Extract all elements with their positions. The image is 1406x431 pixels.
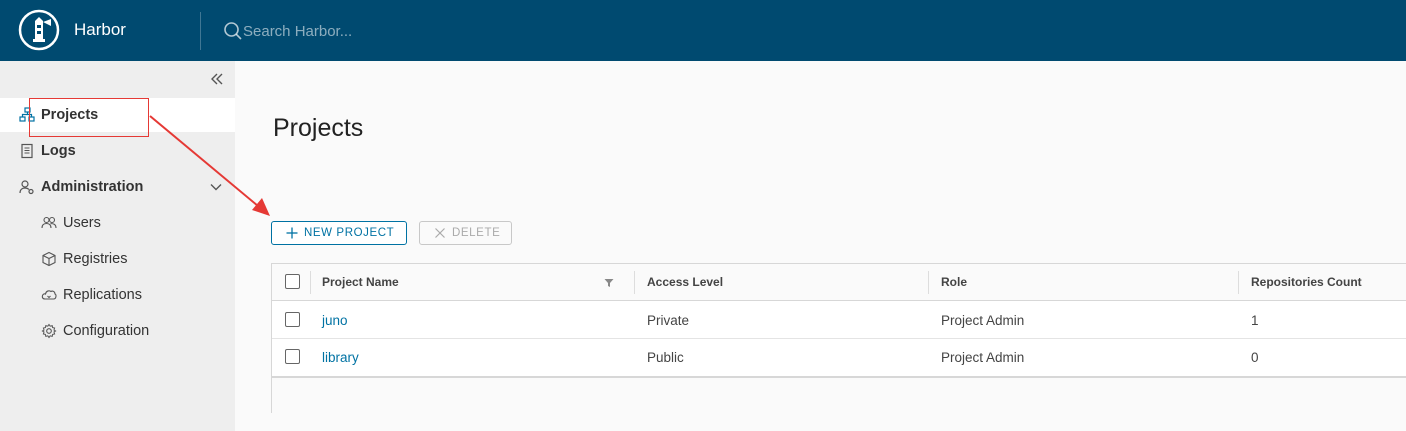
administration-icon <box>19 180 34 195</box>
double-chevron-left-icon <box>211 73 223 85</box>
sidebar-item-label: Replications <box>63 287 142 303</box>
sidebar: Projects Logs Administration Users Regis… <box>0 61 235 431</box>
column-header-role[interactable]: Role <box>941 275 967 289</box>
sidebar-item-label: Logs <box>41 143 76 159</box>
delete-label: DELETE <box>452 227 501 239</box>
role-cell: Project Admin <box>941 313 1025 328</box>
new-project-button[interactable]: NEW PROJECT <box>271 221 407 245</box>
search-input[interactable] <box>243 19 643 43</box>
search-icon <box>224 22 242 40</box>
sidebar-item-label: Projects <box>41 107 99 123</box>
select-all-checkbox[interactable] <box>285 274 300 289</box>
users-icon <box>41 216 57 229</box>
sidebar-item-label: Configuration <box>63 323 150 339</box>
column-divider <box>634 271 635 294</box>
table-footer <box>272 376 1406 414</box>
row-checkbox[interactable] <box>285 349 300 364</box>
registries-icon <box>42 251 56 267</box>
sidebar-item-logs[interactable]: Logs <box>0 134 235 168</box>
sidebar-item-label: Registries <box>63 251 128 267</box>
delete-button[interactable]: DELETE <box>419 221 512 245</box>
chevron-down-icon[interactable] <box>209 180 223 194</box>
sidebar-item-projects[interactable]: Projects <box>0 98 235 132</box>
column-header-project-name[interactable]: Project Name <box>322 275 399 289</box>
column-header-access-level[interactable]: Access Level <box>647 275 723 289</box>
collapse-sidebar-button[interactable] <box>208 70 226 88</box>
column-divider <box>1238 271 1239 294</box>
app-title[interactable]: Harbor <box>74 20 126 40</box>
table-header: Project Name Access Level Role Repositor… <box>272 264 1406 301</box>
project-name-link[interactable]: library <box>322 350 359 365</box>
sidebar-item-label: Administration <box>41 179 144 195</box>
sidebar-item-configuration[interactable]: Configuration <box>0 314 235 348</box>
configuration-icon <box>41 323 57 339</box>
access-level-cell: Private <box>647 313 690 328</box>
table-row[interactable]: juno Private Project Admin 1 <box>272 302 1406 339</box>
sidebar-item-registries[interactable]: Registries <box>0 242 235 276</box>
sidebar-item-administration[interactable]: Administration <box>0 170 235 204</box>
sidebar-item-users[interactable]: Users <box>0 206 235 240</box>
repositories-count-cell: 0 <box>1251 350 1259 365</box>
project-name-link[interactable]: juno <box>322 313 348 328</box>
new-project-label: NEW PROJECT <box>304 227 395 239</box>
role-cell: Project Admin <box>941 350 1025 365</box>
logs-icon <box>21 143 33 159</box>
column-divider <box>310 271 311 294</box>
table-row[interactable]: library Public Project Admin 0 <box>272 339 1406 376</box>
column-header-repositories-count[interactable]: Repositories Count <box>1251 275 1362 289</box>
repositories-count-cell: 1 <box>1251 313 1259 328</box>
harbor-logo-icon[interactable] <box>18 9 60 51</box>
plus-icon <box>286 227 298 239</box>
close-icon <box>435 228 445 238</box>
header-divider <box>200 12 201 50</box>
filter-icon[interactable] <box>604 278 614 288</box>
page-title: Projects <box>273 114 364 142</box>
row-checkbox[interactable] <box>285 312 300 327</box>
sidebar-item-replications[interactable]: Replications <box>0 278 235 312</box>
access-level-cell: Public <box>647 350 684 365</box>
column-divider <box>928 271 929 294</box>
projects-icon <box>19 107 35 122</box>
sidebar-item-label: Users <box>63 215 101 231</box>
replications-icon <box>41 290 57 300</box>
top-header: Harbor <box>0 0 1406 61</box>
projects-table: Project Name Access Level Role Repositor… <box>271 263 1406 414</box>
